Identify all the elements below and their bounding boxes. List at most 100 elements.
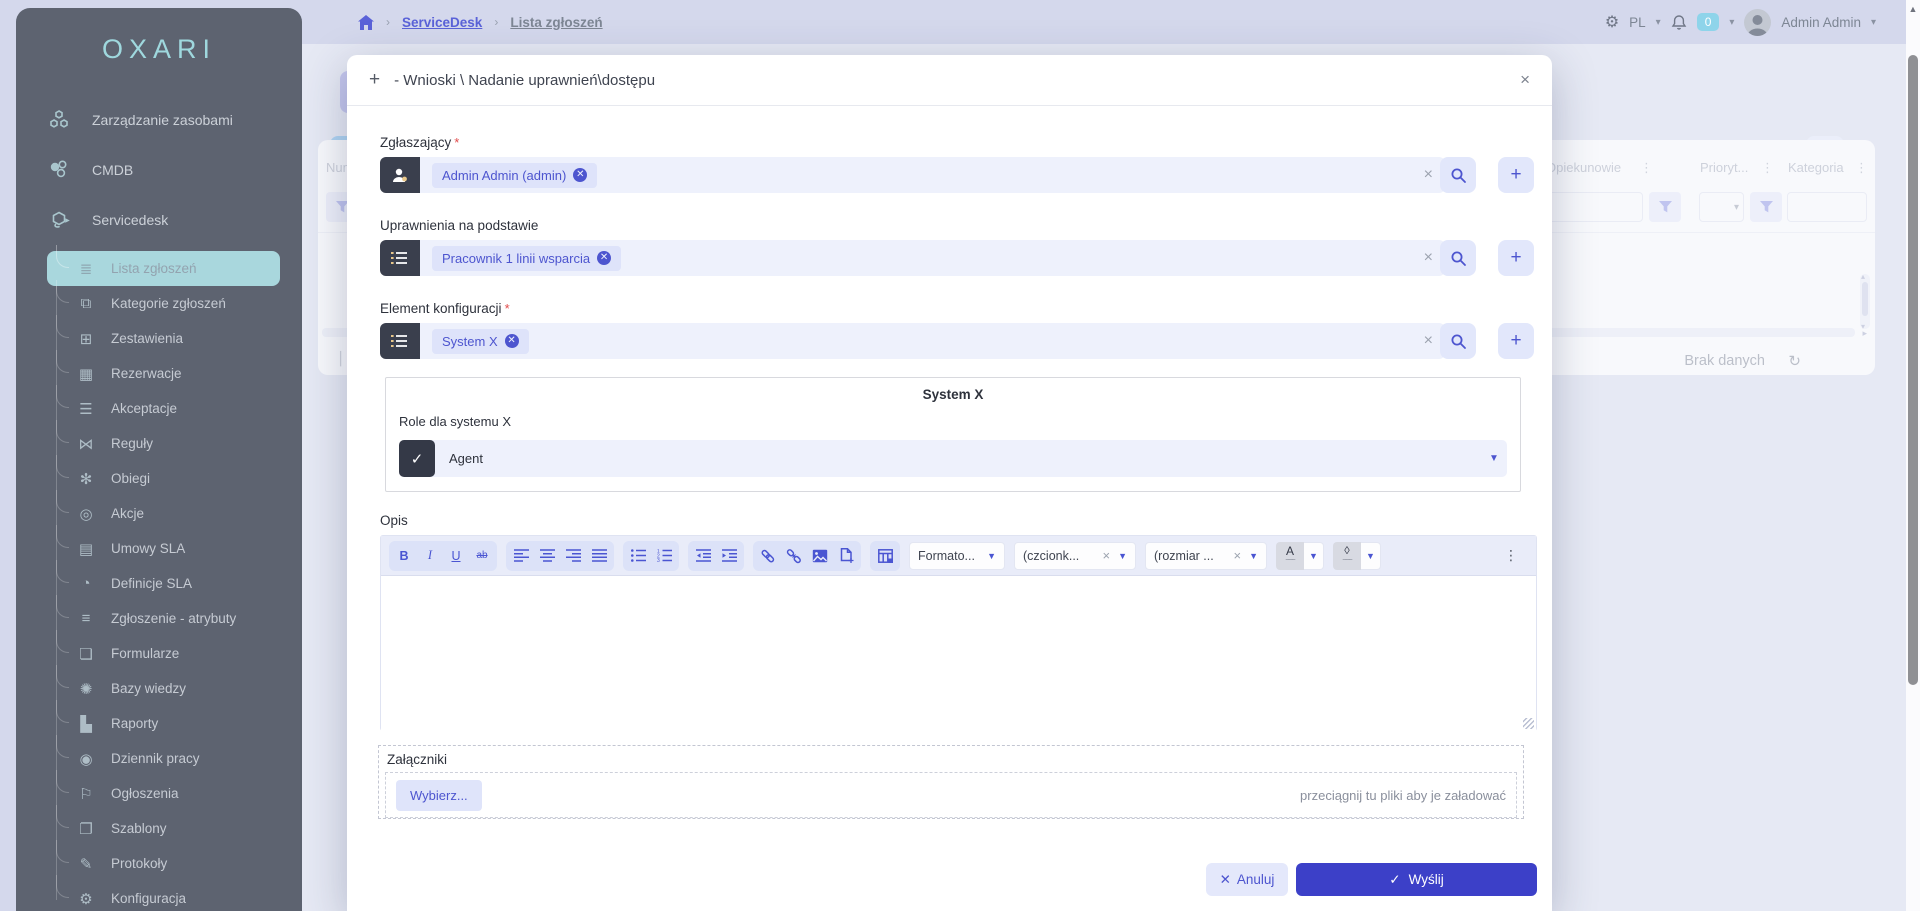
chip-remove-icon[interactable]: ✕	[505, 334, 519, 348]
tree-connector	[56, 560, 69, 583]
page-scrollbar[interactable]: ▲	[1906, 0, 1920, 911]
cancel-button[interactable]: ✕Anuluj	[1206, 863, 1288, 896]
format-dropdown[interactable]: Formato... ▼	[909, 542, 1005, 570]
search-ci-button[interactable]	[1440, 323, 1476, 359]
tree-connector	[56, 840, 69, 863]
font-size-dropdown[interactable]: (rozmiar ... × ▼	[1145, 542, 1267, 570]
sidebar-item-protocols[interactable]: ✎Protokoły	[47, 846, 280, 881]
uprawnienia-field[interactable]: Pracownik 1 linii wsparcia ✕ ×	[380, 240, 1445, 276]
breadcrumb-lista-zgloszen[interactable]: Lista zgłoszeń	[510, 15, 602, 30]
sidebar-item-rules[interactable]: ⋈Reguły	[47, 426, 280, 461]
app-logo: OXARI	[16, 34, 302, 65]
editor-list-ul-icon[interactable]	[625, 543, 651, 569]
clear-icon[interactable]: ×	[1233, 548, 1241, 563]
choose-files-button[interactable]: Wybierz...	[396, 780, 482, 811]
sidebar-item-sla-contracts[interactable]: ▤Umowy SLA	[47, 531, 280, 566]
search-user-button[interactable]	[1440, 157, 1476, 193]
sidebar-item-attributes[interactable]: ≡Zgłoszenie - atrybuty	[47, 601, 280, 636]
editor-align-left-icon[interactable]	[508, 543, 534, 569]
chevron-down-icon[interactable]: ▾	[1729, 17, 1734, 28]
checkbox-checked-icon[interactable]: ✓	[399, 440, 435, 477]
zglaszajacy-field[interactable]: Admin Admin (admin) ✕ ×	[380, 157, 1445, 193]
element-konfiguracji-field[interactable]: System X ✕ ×	[380, 323, 1445, 359]
sidebar-item-categories[interactable]: ⧉Kategorie zgłoszeń	[47, 286, 280, 321]
chevron-down-icon[interactable]: ▼	[1361, 542, 1381, 570]
sidebar-item-announcements[interactable]: ⚐Ogłoszenia	[47, 776, 280, 811]
categories-icon: ⧉	[75, 295, 97, 312]
breadcrumb-servicedesk[interactable]: ServiceDesk	[402, 15, 482, 30]
editor-underline-icon[interactable]: U	[443, 543, 469, 569]
sidebar-item-cmdb[interactable]: CMDB	[16, 145, 302, 195]
sidebar-item-servicedesk[interactable]: Servicedesk	[16, 195, 302, 245]
editor-align-center-icon[interactable]	[534, 543, 560, 569]
editor-outdent-icon[interactable]	[690, 543, 716, 569]
attachments-dropzone[interactable]: Załączniki Wybierz... przeciągnij tu pli…	[378, 745, 1524, 819]
editor-link-icon[interactable]	[755, 543, 781, 569]
editor-table-icon[interactable]	[872, 543, 898, 569]
clear-icon[interactable]: ×	[1102, 548, 1110, 563]
protocols-icon: ✎	[75, 855, 97, 873]
home-icon[interactable]	[358, 15, 374, 30]
sidebar-item-assets[interactable]: Zarządzanie zasobami	[16, 95, 302, 145]
templates-icon: ❐	[75, 820, 97, 838]
search-permission-button[interactable]	[1440, 240, 1476, 276]
sidebar-item-label: Definicje SLA	[111, 576, 192, 591]
sidebar-item-workflows[interactable]: ✻Obiegi	[47, 461, 280, 496]
close-icon[interactable]: ×	[1520, 70, 1530, 90]
rules-icon: ⋈	[75, 435, 97, 453]
scroll-up-arrow[interactable]: ▲	[1906, 4, 1920, 14]
chip-remove-icon[interactable]: ✕	[597, 251, 611, 265]
required-asterisk: *	[505, 301, 510, 316]
chevron-down-icon[interactable]: ▾	[1656, 17, 1661, 28]
sidebar-item-tables[interactable]: ⊞Zestawienia	[47, 321, 280, 356]
description-textarea[interactable]	[381, 576, 1536, 731]
chip-remove-icon[interactable]: ✕	[573, 168, 587, 182]
add-ci-button[interactable]: +	[1498, 323, 1534, 359]
chevron-down-icon[interactable]: ▼	[1304, 542, 1324, 570]
sidebar-item-worklog[interactable]: ◉Dziennik pracy	[47, 741, 280, 776]
clear-field-icon[interactable]: ×	[1424, 166, 1433, 184]
chevron-down-icon[interactable]: ▾	[1871, 17, 1876, 28]
add-user-button[interactable]: +	[1498, 157, 1534, 193]
editor-indent-icon[interactable]	[716, 543, 742, 569]
highlight-color-control[interactable]: ◊~~~ ▼	[1333, 542, 1381, 570]
add-permission-button[interactable]: +	[1498, 240, 1534, 276]
sidebar-item-templates[interactable]: ❐Szablony	[47, 811, 280, 846]
editor-image-icon[interactable]	[807, 543, 833, 569]
sidebar-item-list[interactable]: ≣Lista zgłoszeń	[47, 251, 280, 286]
editor-align-right-icon[interactable]	[560, 543, 586, 569]
editor-align-justify-icon[interactable]	[586, 543, 612, 569]
editor-page-plus-icon[interactable]	[833, 543, 859, 569]
sidebar-item-actions[interactable]: ◎Akcje	[47, 496, 280, 531]
sidebar-item-configuration[interactable]: ⚙Konfiguracja	[47, 881, 280, 911]
resize-handle[interactable]	[1523, 718, 1534, 729]
language-selector[interactable]: PL	[1629, 15, 1646, 30]
sidebar-item-label: Zgłoszenie - atrybuty	[111, 611, 236, 626]
sidebar-item-forms[interactable]: ❏Formularze	[47, 636, 280, 671]
sidebar-item-sla-definitions[interactable]: ◔Definicje SLA	[47, 566, 280, 601]
clear-field-icon[interactable]: ×	[1424, 249, 1433, 267]
sidebar-item-label: Ogłoszenia	[111, 786, 179, 801]
chevron-down-icon[interactable]: ▼	[1481, 453, 1507, 464]
sidebar-item-calendar[interactable]: ▦Rezerwacje	[47, 356, 280, 391]
sidebar-item-approvals[interactable]: ☰Akceptacje	[47, 391, 280, 426]
role-select[interactable]: ✓ Agent ▼	[399, 440, 1507, 477]
settings-gear-icon[interactable]: ⚙	[1605, 12, 1619, 32]
scrollbar-thumb[interactable]	[1908, 55, 1918, 685]
sidebar-item-knowledge[interactable]: ✺Bazy wiedzy	[47, 671, 280, 706]
clear-field-icon[interactable]: ×	[1424, 332, 1433, 350]
notifications-bell-icon[interactable]	[1671, 14, 1687, 31]
avatar[interactable]	[1744, 9, 1771, 36]
editor-list-ol-icon[interactable]: 123	[651, 543, 677, 569]
editor-strikethrough-icon[interactable]: ab	[469, 543, 495, 569]
font-family-dropdown[interactable]: (czcionk... × ▼	[1014, 542, 1136, 570]
text-color-control[interactable]: A~~~ ▼	[1276, 542, 1324, 570]
selected-chip: Pracownik 1 linii wsparcia ✕	[432, 246, 621, 271]
field-label-uprawnienia: Uprawnienia na podstawie	[380, 218, 538, 233]
editor-unlink-icon[interactable]	[781, 543, 807, 569]
submit-button[interactable]: ✓Wyślij	[1296, 863, 1537, 896]
editor-more-kebab[interactable]: ⋮	[1494, 547, 1528, 564]
editor-italic-icon[interactable]: I	[417, 543, 443, 569]
sidebar-item-reports[interactable]: ▙Raporty	[47, 706, 280, 741]
editor-bold-icon[interactable]: B	[391, 543, 417, 569]
